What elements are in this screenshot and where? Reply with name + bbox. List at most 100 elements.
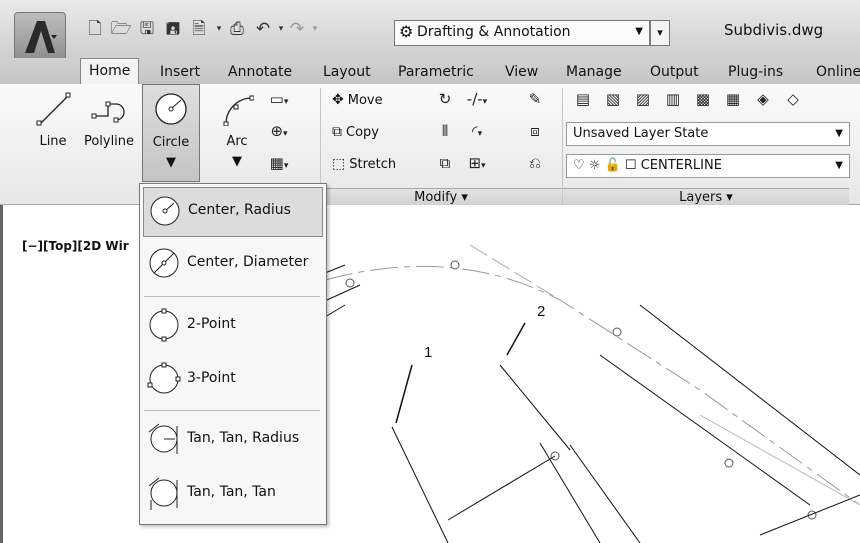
application-menu-button[interactable] (14, 12, 66, 62)
circle-center-diameter-icon (149, 248, 179, 278)
menu-item-label: Tan, Tan, Tan (187, 484, 276, 500)
tab-parametric[interactable]: Parametric (390, 61, 482, 83)
tab-home[interactable]: Home (80, 58, 140, 85)
ribbon-tab-bar: Home Insert Annotate Layout Parametric V… (0, 58, 860, 85)
trim-icon[interactable]: -/-▾ (464, 88, 490, 110)
circle-dropdown-menu: Center, Radius Center, Diameter 2-Point … (139, 183, 327, 525)
arc-button[interactable]: Arc ▼ (212, 84, 262, 184)
layer-previous-icon[interactable]: ▥ (660, 88, 686, 110)
menu-item-tan-tan-radius[interactable]: Tan, Tan, Radius (143, 416, 321, 464)
publish-icon[interactable]: 🗎 (188, 18, 210, 40)
stretch-icon: ⬚ (332, 156, 346, 172)
array-icon[interactable]: ⊞▾ (464, 152, 490, 174)
move-label: Move (347, 93, 383, 108)
polyline-label: Polyline (83, 134, 135, 149)
offset-icon[interactable]: ⎌ (522, 152, 548, 174)
layer-isolate-icon[interactable]: ▩ (690, 88, 716, 110)
menu-item-tan-tan-tan[interactable]: Tan, Tan, Tan (143, 470, 321, 518)
viewport-controls-label[interactable]: [−][Top][2D Wir (22, 239, 129, 253)
circle-center-radius-icon (155, 93, 187, 125)
workspace-dropdown[interactable]: ⚙ Drafting & Annotation ▼ (394, 20, 650, 46)
layer-status-icons: ♡ ☼ 🔓 ☐ (573, 158, 641, 173)
copy-button[interactable]: ⧉ Copy (332, 124, 379, 140)
mirror-icon[interactable]: ⫴ (432, 120, 458, 142)
current-layer-value: CENTERLINE (640, 158, 722, 173)
layer-unisolate-icon[interactable]: ▦ (720, 88, 746, 110)
gradient-icon[interactable]: ▦▾ (266, 152, 292, 174)
menu-item-label: 2-Point (187, 316, 236, 332)
layer-properties-icon[interactable]: ▤ (570, 88, 596, 110)
layer-state-icon[interactable]: ▧ (600, 88, 626, 110)
ribbon: Line Polyline Circle ▼ Arc ▼ ▭▾ ⊕▾ ▦▾ ✥ M… (0, 84, 860, 207)
workspace-label: Drafting & Annotation (417, 24, 571, 40)
circle-tan-tan-tan-icon (148, 477, 178, 510)
fillet-icon[interactable]: ◜▾ (464, 120, 490, 142)
drawing-area[interactable] (0, 205, 860, 543)
copy-icon: ⧉ (332, 124, 342, 140)
layer-state-value: Unsaved Layer State (573, 126, 709, 141)
layer-freeze-icon[interactable]: ◈ (750, 88, 776, 110)
circle-button[interactable]: Circle ▼ (142, 84, 200, 182)
chevron-down-icon[interactable]: ▾ (304, 18, 326, 40)
arc-icon (223, 95, 254, 126)
rectangle-icon[interactable]: ▭▾ (266, 88, 292, 110)
print-icon[interactable]: ⎙ (226, 18, 248, 40)
open-folder-icon[interactable]: 🗁 (110, 18, 132, 40)
menu-item-center-radius[interactable]: Center, Radius (143, 187, 323, 237)
circle-3-point-icon (147, 362, 181, 394)
polyline-button[interactable]: Polyline (78, 84, 140, 184)
menu-item-3-point[interactable]: 3-Point (143, 356, 321, 404)
menu-separator (144, 296, 320, 297)
line-icon (36, 92, 71, 126)
chevron-down-icon: ▼ (232, 154, 242, 169)
erase-icon[interactable]: ✎ (522, 88, 548, 110)
callout-2: 2 (537, 303, 546, 320)
line-button[interactable]: Line (26, 84, 80, 184)
circle-center-radius-icon (150, 196, 180, 226)
tab-layout[interactable]: Layout (315, 61, 379, 83)
move-button[interactable]: ✥ Move (332, 92, 383, 108)
chevron-down-icon: ▼ (835, 128, 843, 139)
chevron-down-icon: ▼ (166, 155, 176, 170)
stretch-button[interactable]: ⬚ Stretch (332, 156, 396, 172)
polyline-icon (91, 101, 125, 123)
drawing-canvas[interactable] (0, 205, 860, 543)
autocad-logo-icon (25, 21, 57, 53)
line-label: Line (39, 134, 67, 149)
new-file-icon[interactable]: 🗋 (84, 18, 106, 40)
circle-tan-tan-radius-icon (148, 423, 178, 454)
chevron-down-icon: ▼ (635, 26, 643, 37)
menu-item-2-point[interactable]: 2-Point (143, 302, 321, 350)
menu-item-label: Center, Diameter (187, 254, 309, 270)
copy-label: Copy (346, 125, 379, 140)
customize-qat-button[interactable]: ▾ (650, 20, 670, 46)
callout-1: 1 (424, 344, 433, 361)
document-title: Subdivis.dwg (724, 21, 824, 39)
menu-item-center-diameter[interactable]: Center, Diameter (143, 240, 321, 288)
hatch-icon[interactable]: ⊕▾ (266, 120, 292, 142)
arc-label: Arc (226, 134, 248, 149)
save-icon[interactable]: 🖫 (136, 18, 158, 40)
save-as-icon[interactable]: 🖪 (162, 18, 184, 40)
menu-item-label: 3-Point (187, 370, 236, 386)
layer-state-dropdown[interactable]: Unsaved Layer State ▼ (566, 122, 850, 146)
gear-icon: ⚙ (399, 22, 414, 41)
tab-view[interactable]: View (497, 61, 546, 83)
explode-icon[interactable]: ⧈ (522, 120, 548, 142)
stretch-label: Stretch (349, 157, 397, 172)
layer-off-icon[interactable]: ◇ (780, 88, 806, 110)
panel-divider (562, 88, 563, 204)
tab-annotate[interactable]: Annotate (220, 61, 300, 83)
rotate-icon[interactable]: ↻ (432, 88, 458, 110)
menu-item-label: Center, Radius (188, 202, 291, 218)
menu-item-label: Tan, Tan, Radius (187, 430, 300, 446)
scale-icon[interactable]: ⧉ (432, 152, 458, 174)
tab-plug-ins[interactable]: Plug-ins (720, 61, 791, 83)
tab-manage[interactable]: Manage (558, 61, 630, 83)
menu-separator (144, 410, 320, 411)
tab-output[interactable]: Output (642, 61, 707, 83)
layer-match-icon[interactable]: ▨ (630, 88, 656, 110)
current-layer-dropdown[interactable]: ♡ ☼ 🔓 ☐ CENTERLINE ▼ (566, 154, 850, 178)
tab-online[interactable]: Online (808, 61, 860, 83)
tab-insert[interactable]: Insert (152, 61, 208, 83)
